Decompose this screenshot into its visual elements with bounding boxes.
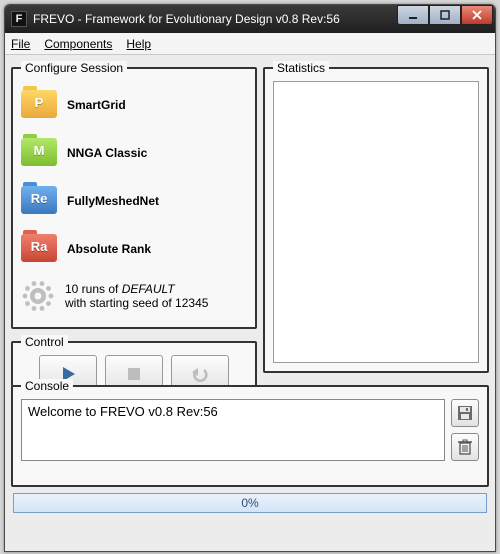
window-title: FREVO - Framework for Evolutionary Desig… — [33, 12, 340, 26]
menu-bar: File Components Help — [5, 33, 495, 55]
window-control-buttons — [397, 5, 493, 25]
floppy-disk-icon — [457, 405, 473, 421]
console-panel: Console — [11, 379, 489, 487]
client-area: Configure Session P SmartGrid M NNGA Classi… — [5, 55, 495, 551]
save-console-button[interactable] — [451, 399, 479, 427]
menu-help[interactable]: Help — [126, 37, 151, 51]
configure-item-1[interactable]: M NNGA Classic — [21, 129, 247, 177]
minimize-icon — [408, 10, 418, 20]
menu-file[interactable]: File — [11, 37, 30, 51]
configure-item-label: FullyMeshedNet — [67, 194, 159, 208]
console-output[interactable] — [21, 399, 445, 461]
progress-bar: 0% — [13, 493, 487, 513]
runs-text: 10 runs of DEFAULTwith starting seed of … — [65, 282, 208, 310]
folder-icon: Ra — [21, 234, 57, 264]
maximize-icon — [440, 10, 450, 20]
close-button[interactable] — [461, 5, 493, 25]
folder-icon: M — [21, 138, 57, 168]
gear-icon — [21, 279, 55, 313]
configure-item-label: NNGA Classic — [67, 146, 147, 160]
console-legend: Console — [21, 379, 73, 393]
progress-label: 0% — [241, 496, 258, 510]
configure-legend: Configure Session — [21, 61, 127, 75]
statistics-canvas — [273, 81, 479, 363]
configure-item-2[interactable]: Re FullyMeshedNet — [21, 177, 247, 225]
configure-item-label: SmartGrid — [67, 98, 126, 112]
folder-icon: P — [21, 90, 57, 120]
minimize-button[interactable] — [397, 5, 429, 25]
app-icon: F — [11, 11, 27, 27]
close-icon — [472, 10, 482, 20]
statistics-panel: Statistics — [263, 61, 489, 373]
configure-item-3[interactable]: Ra Absolute Rank — [21, 225, 247, 273]
control-legend: Control — [21, 335, 68, 349]
app-window: F FREVO - Framework for Evolutionary Des… — [4, 4, 496, 552]
statistics-legend: Statistics — [273, 61, 329, 75]
configure-item-label: Absolute Rank — [67, 242, 151, 256]
folder-icon: Re — [21, 186, 57, 216]
clear-console-button[interactable] — [451, 433, 479, 461]
maximize-button[interactable] — [429, 5, 461, 25]
trash-icon — [458, 439, 472, 455]
titlebar[interactable]: F FREVO - Framework for Evolutionary Des… — [5, 5, 495, 33]
menu-components[interactable]: Components — [44, 37, 112, 51]
runs-row[interactable]: 10 runs of DEFAULTwith starting seed of … — [21, 273, 247, 319]
configure-item-0[interactable]: P SmartGrid — [21, 81, 247, 129]
configure-session-panel: Configure Session P SmartGrid M NNGA Classi… — [11, 61, 257, 329]
